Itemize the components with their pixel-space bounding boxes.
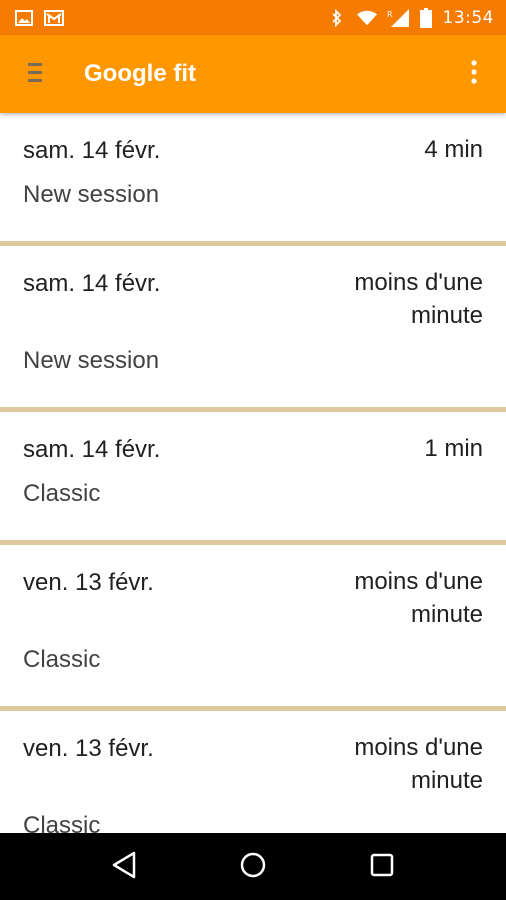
session-type: Classic — [23, 812, 101, 833]
session-type: New session — [23, 347, 160, 374]
overflow-menu-button[interactable] — [442, 35, 506, 113]
home-button[interactable] — [223, 837, 283, 897]
home-icon — [239, 851, 267, 883]
session-duration: 1 min — [424, 435, 483, 462]
gallery-icon — [14, 8, 34, 28]
session-date: sam. 14 févr. — [23, 436, 161, 463]
app-title: Google fit — [84, 60, 196, 87]
navigation-bar — [0, 833, 506, 900]
status-time: 13:54 — [442, 7, 494, 28]
svg-text:R: R — [387, 10, 393, 19]
back-button[interactable] — [94, 837, 154, 897]
battery-icon — [419, 7, 433, 28]
navigation-drawer-button[interactable] — [0, 35, 72, 113]
session-date: ven. 13 févr. — [23, 735, 154, 762]
session-date: sam. 14 févr. — [23, 270, 161, 297]
recents-button[interactable] — [352, 837, 412, 897]
session-item[interactable]: ven. 13 févr. moins d'une minute Classic — [0, 711, 506, 833]
session-duration: moins d'une minute — [354, 568, 483, 628]
status-left — [14, 8, 64, 28]
session-item[interactable]: sam. 14 févr. 1 min Classic — [0, 412, 506, 545]
session-type: Classic — [23, 646, 101, 673]
more-vert-icon — [471, 60, 477, 88]
session-duration: moins d'une minute — [354, 269, 483, 329]
gmail-icon — [44, 8, 64, 28]
session-date: ven. 13 févr. — [23, 569, 154, 596]
session-type: Classic — [23, 480, 101, 507]
wifi-icon — [356, 8, 377, 28]
session-item[interactable]: ven. 13 févr. moins d'une minute Classic — [0, 545, 506, 711]
session-duration: moins d'une minute — [354, 734, 483, 794]
signal-roaming-icon: R — [387, 8, 409, 28]
hamburger-icon — [28, 61, 44, 87]
session-list[interactable]: sam. 14 févr. 4 min New session sam. 14 … — [0, 113, 506, 833]
status-bar: R 13:54 — [0, 0, 506, 35]
session-type: New session — [23, 181, 160, 208]
session-item[interactable]: sam. 14 févr. 4 min New session — [0, 113, 506, 246]
recents-icon — [370, 853, 394, 881]
status-right: R 13:54 — [327, 7, 495, 28]
session-date: sam. 14 févr. — [23, 137, 161, 164]
session-item[interactable]: sam. 14 févr. moins d'une minute New ses… — [0, 246, 506, 412]
app-bar: Google fit — [0, 35, 506, 113]
back-icon — [111, 851, 137, 883]
session-duration: 4 min — [424, 136, 483, 163]
bluetooth-icon — [327, 8, 347, 28]
